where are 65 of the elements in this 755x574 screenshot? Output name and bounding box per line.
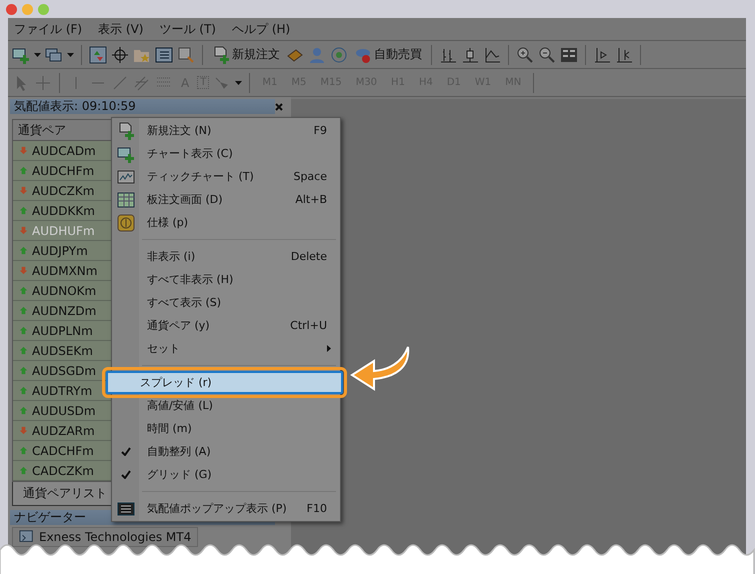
symbol-name: AUDHUFm (32, 224, 95, 238)
panel-title: 気配値表示: 09:10:59 (14, 98, 136, 115)
menu-item[interactable]: すべて非表示 (H) (112, 268, 340, 291)
candlestick-icon[interactable] (461, 46, 479, 64)
menu-item[interactable]: ファイル (F) (8, 20, 92, 38)
symbol-name: AUDJPYm (32, 244, 88, 258)
market-arrows-icon[interactable] (89, 46, 107, 64)
zoom-out-icon[interactable] (538, 46, 556, 64)
symbol-name: AUDCADm (32, 144, 96, 158)
symbol-name: AUDUSDm (32, 404, 96, 418)
menu-item[interactable]: チャート表示 (C) (112, 142, 340, 165)
menu-item[interactable]: ツール (T) (153, 20, 226, 38)
caret-icon[interactable] (235, 80, 242, 84)
magnifier-chart-icon[interactable] (177, 46, 195, 64)
symbol-name: CADCZKm (32, 464, 94, 478)
symbol-name: AUDSEKm (32, 344, 93, 358)
symbol-name: AUDNZDm (32, 304, 96, 318)
menu-item[interactable]: 通貨ペア (y) Ctrl+U (112, 314, 340, 337)
tile-windows-icon[interactable] (560, 46, 578, 64)
zoom-in-icon[interactable] (516, 46, 534, 64)
panel-title: ナビゲーター (14, 509, 86, 526)
menu-item[interactable]: 非表示 (i) Delete (112, 245, 340, 268)
list-window-icon[interactable] (155, 46, 173, 64)
new-order-button[interactable]: 新規注文 (210, 46, 282, 64)
menu-item[interactable]: 表示 (V) (92, 20, 154, 38)
symbol-name: AUDCZKm (32, 184, 94, 198)
caret-icon[interactable] (67, 52, 74, 56)
menu-item[interactable]: 自動整列 (A) (112, 440, 340, 463)
windows-icon[interactable] (45, 46, 63, 64)
menu-item[interactable]: ティックチャート (T) Space (112, 165, 340, 188)
auto-trading-button[interactable]: 自動売買 (352, 46, 424, 64)
close-window-icon[interactable] (6, 4, 17, 14)
menu-item[interactable]: すべて表示 (S) (112, 291, 340, 314)
symbol-name: AUDTRYm (32, 384, 92, 398)
symbol-name: AUDDKKm (32, 204, 95, 218)
document-plus-icon (116, 122, 134, 140)
navigator-item[interactable]: Exness Technologies MT4 (12, 527, 198, 547)
menu-item[interactable]: セット (112, 337, 340, 360)
crosshair-icon[interactable] (111, 46, 129, 64)
menu-item[interactable]: 時間 (m) (112, 417, 340, 440)
caret-icon[interactable] (34, 52, 41, 56)
menu-item[interactable]: 仕様 (p) (112, 211, 340, 234)
chart-plus-icon[interactable] (12, 46, 30, 64)
menu-item[interactable]: 新規注文 (N) F9 (112, 119, 340, 142)
chart-shift-icon[interactable] (615, 46, 633, 64)
close-icon[interactable] (273, 102, 285, 110)
symbol-name: AUDPLNm (32, 324, 93, 338)
menu-item[interactable]: ヘルプ (H) (226, 20, 300, 38)
symbol-name: AUDSGDm (32, 364, 96, 378)
chart-plus-icon (116, 144, 134, 162)
tick-chart-icon (116, 168, 134, 186)
symbol-name: AUDNOKm (32, 284, 96, 298)
symbol-name: CADCHFm (32, 444, 94, 458)
symbol-name: AUDCHFm (32, 164, 94, 178)
popup-list-icon (116, 500, 134, 518)
document-plus-icon (212, 46, 230, 64)
grid-icon (116, 190, 134, 208)
menu-item[interactable]: 高値/安値 (L) (112, 394, 340, 417)
line-chart-icon[interactable] (483, 46, 501, 64)
symbol-name: AUDMXNm (32, 264, 98, 278)
menu-item[interactable]: 板注文画面 (D) Alt+B (112, 188, 340, 211)
column-header[interactable]: 通貨ペア (18, 122, 66, 138)
auto-scroll-icon[interactable] (593, 46, 611, 64)
symbol-name: AUDZARm (32, 424, 95, 438)
terminal-icon (19, 529, 35, 545)
